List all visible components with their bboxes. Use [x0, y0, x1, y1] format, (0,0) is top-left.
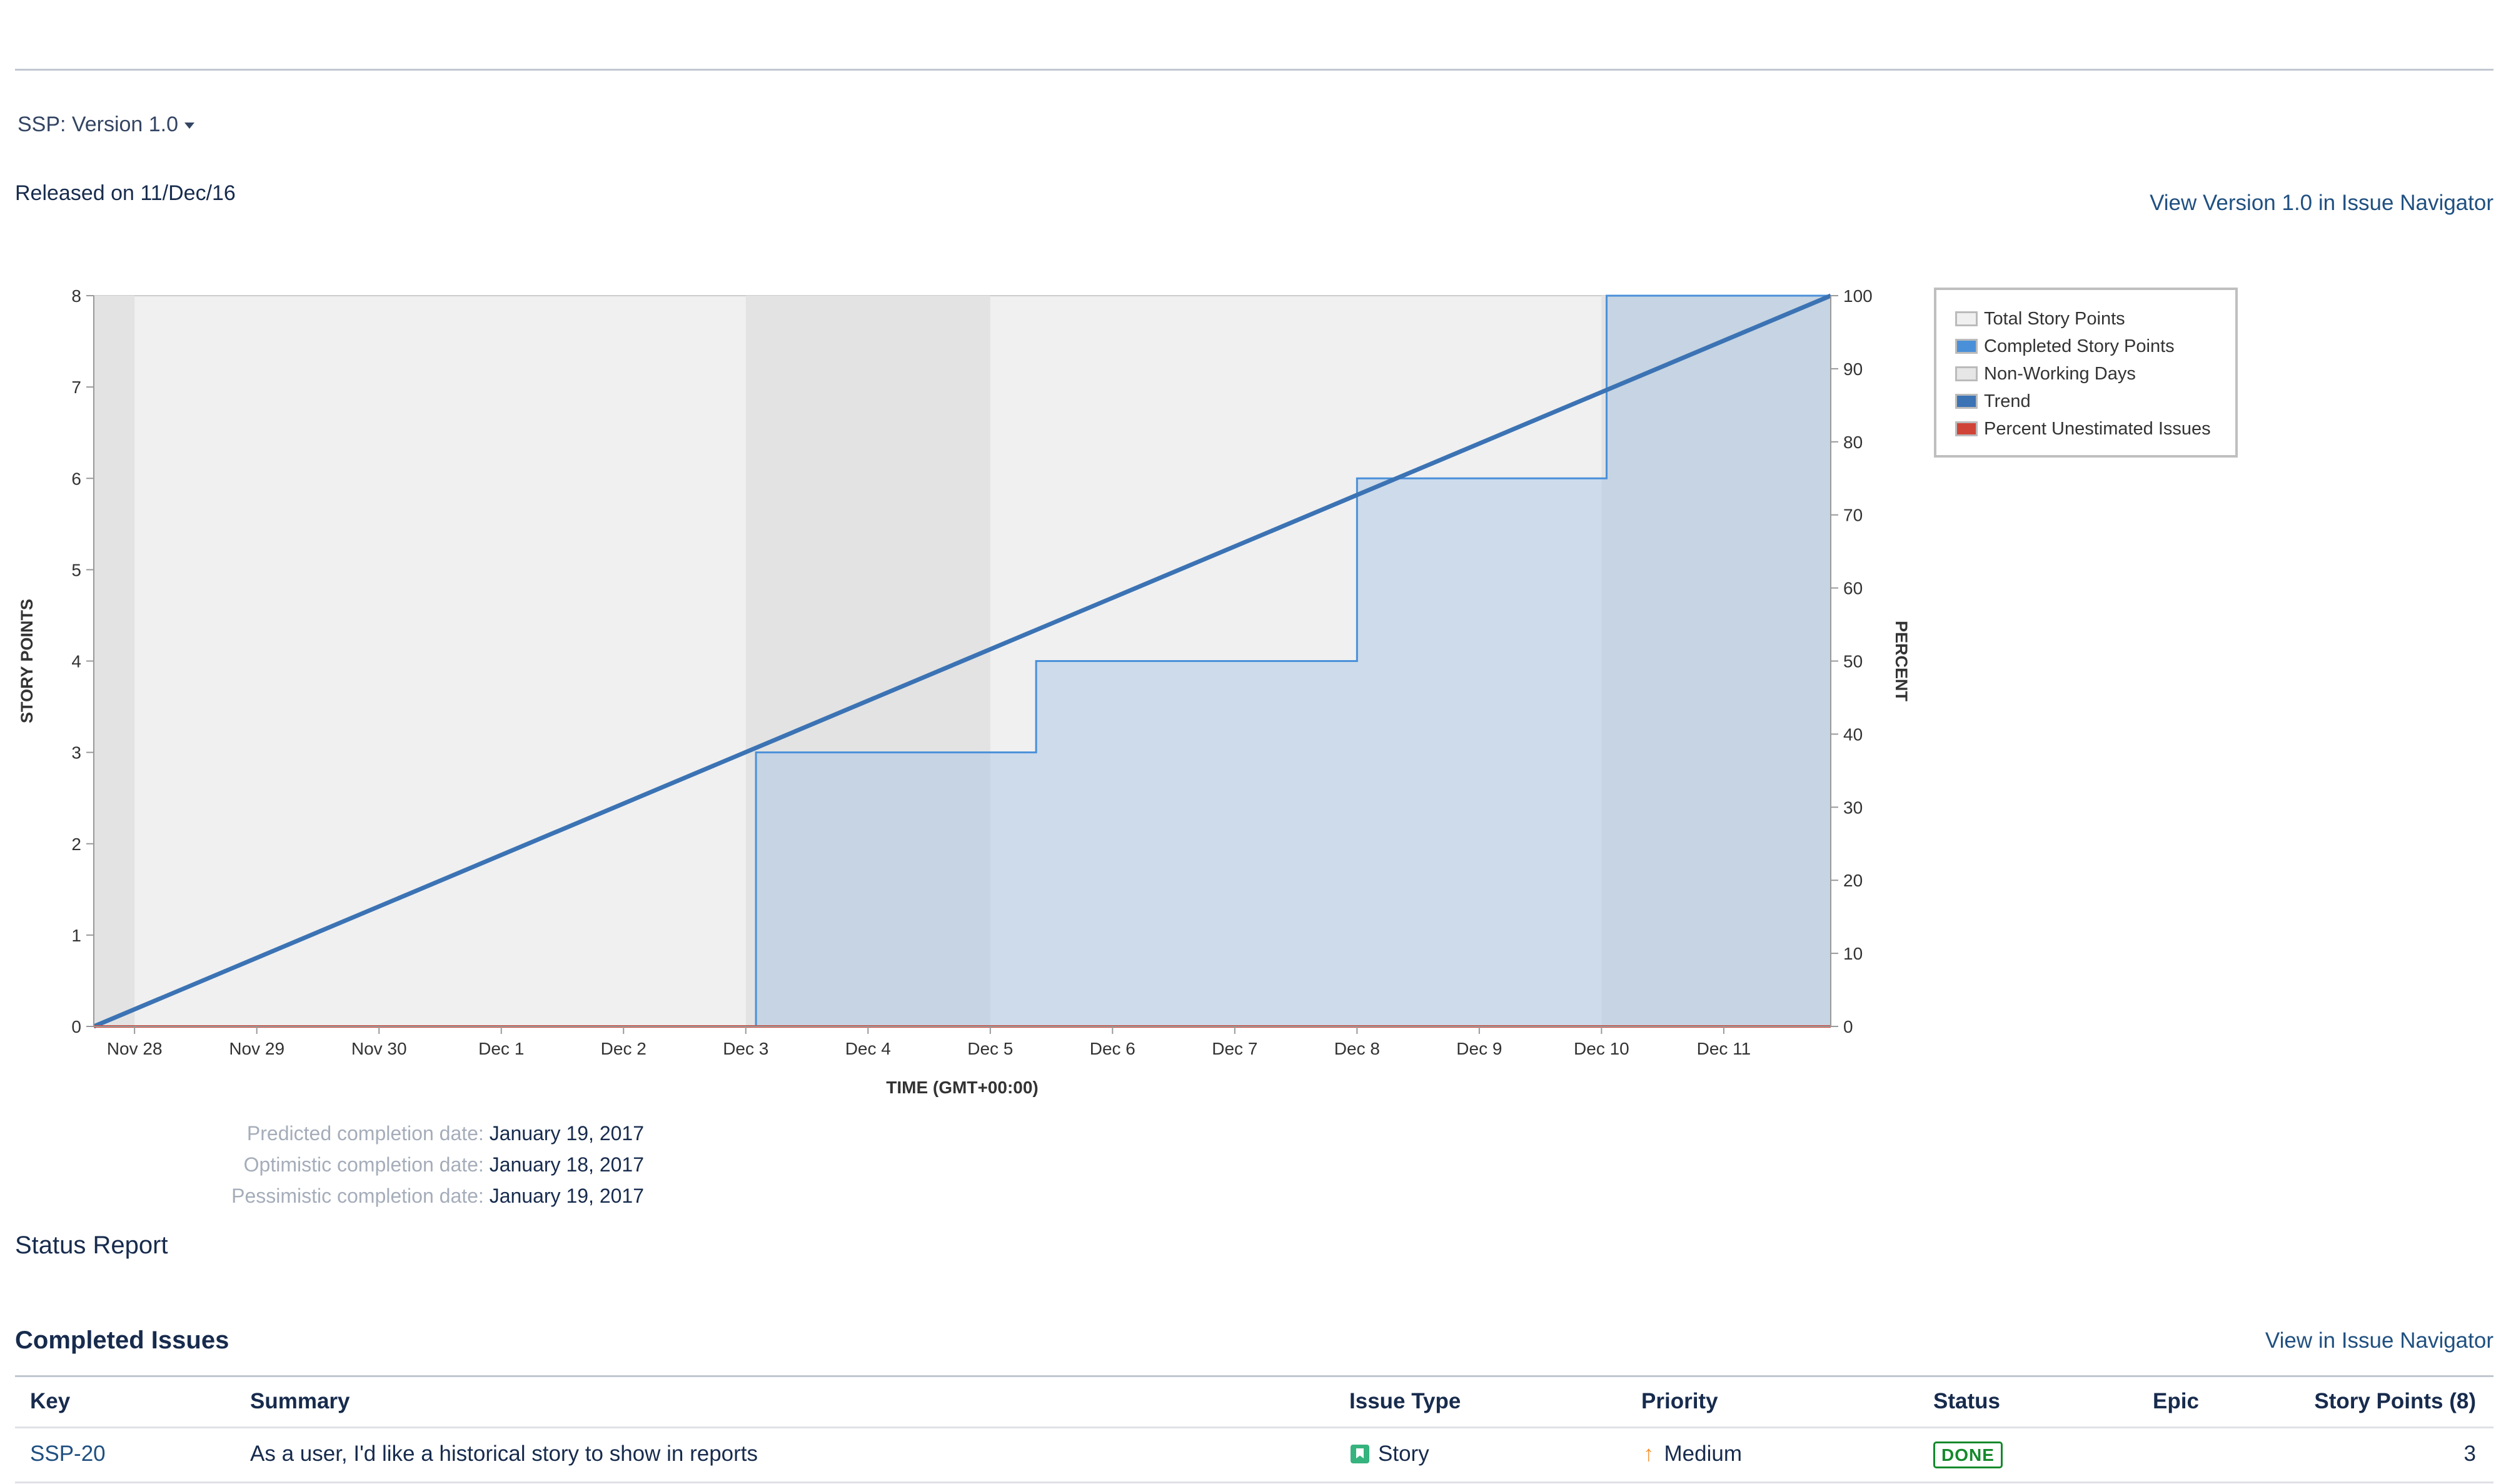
prediction-label: Pessimistic completion date: [231, 1185, 484, 1207]
column-header-issue-type[interactable]: Issue Type [1349, 1389, 1461, 1414]
y-tick-label: 5 [71, 560, 81, 579]
completed-issues-heading: Completed Issues [15, 1326, 229, 1354]
y-axis-right: 0 10 20 30 40 50 60 70 80 90 100 [1830, 286, 1873, 1036]
x-tick-label: Dec 3 [723, 1039, 768, 1058]
issue-key[interactable]: SSP-20 [30, 1441, 106, 1466]
prediction-value: January 19, 2017 [489, 1185, 644, 1207]
legend-item: Completed Story Points [1955, 334, 2175, 359]
column-header-status[interactable]: Status [1933, 1389, 2000, 1414]
prediction-label: Predicted completion date: [246, 1122, 484, 1145]
y2-axis-title: PERCENT [1892, 621, 1911, 702]
x-tick-label: Dec 8 [1334, 1039, 1380, 1058]
x-tick-label: Dec 9 [1456, 1039, 1502, 1058]
issue-status: DONE [1933, 1441, 2003, 1468]
legend-swatch-unestimated [1955, 421, 1978, 436]
legend-label: Total Story Points [1984, 308, 2125, 329]
column-header-epic[interactable]: Epic [2153, 1389, 2199, 1414]
y-tick-label: 3 [71, 743, 81, 763]
prediction-value: January 18, 2017 [489, 1153, 644, 1176]
x-tick-label: Dec 7 [1212, 1039, 1257, 1058]
y-tick-label: 2 [71, 835, 81, 854]
y2-tick-label: 20 [1843, 871, 1863, 890]
y-axis-title: STORY POINTS [18, 599, 36, 723]
y-tick-label: 0 [71, 1017, 81, 1036]
legend-item: Non-Working Days [1955, 361, 2136, 386]
issue-story-points: 3 [2463, 1441, 2476, 1466]
view-version-in-issue-navigator-link[interactable]: View Version 1.0 in Issue Navigator [2150, 191, 2493, 216]
x-tick-label: Dec 11 [1697, 1039, 1751, 1058]
y-axis-left: 0 1 2 3 4 5 6 7 8 [71, 286, 94, 1036]
column-header-summary[interactable]: Summary [250, 1389, 350, 1414]
prediction-label: Optimistic completion date: [243, 1153, 484, 1176]
top-divider [15, 69, 2493, 71]
prediction-value: January 19, 2017 [489, 1122, 644, 1145]
legend-label: Non-Working Days [1984, 363, 2136, 384]
y-tick-label: 1 [71, 926, 81, 945]
priority-medium-icon: ↑ [1643, 1441, 1654, 1466]
issue-summary: As a user, I'd like a historical story t… [250, 1441, 758, 1466]
legend-swatch-non-working [1955, 366, 1978, 381]
y2-tick-label: 50 [1843, 652, 1863, 671]
chart-legend: Total Story Points Completed Story Point… [1934, 288, 2238, 458]
chevron-down-icon [184, 123, 195, 129]
x-tick-label: Nov 28 [107, 1039, 163, 1058]
story-icon [1351, 1445, 1369, 1463]
y-tick-label: 6 [71, 469, 81, 488]
status-report-heading: Status Report [15, 1231, 168, 1259]
table-divider [15, 1375, 2493, 1377]
legend-swatch-completed [1955, 339, 1978, 354]
legend-item: Percent Unestimated Issues [1955, 416, 2211, 441]
issue-priority: ↑ Medium [1643, 1441, 1742, 1466]
view-in-issue-navigator-link[interactable]: View in Issue Navigator [2265, 1328, 2493, 1353]
priority-label: Medium [1664, 1441, 1742, 1466]
issue-key-link[interactable]: SSP-20 [30, 1441, 106, 1466]
x-tick-label: Dec 5 [967, 1039, 1013, 1058]
x-tick-label: Dec 2 [601, 1039, 647, 1058]
x-tick-label: Dec 10 [1574, 1039, 1629, 1058]
issue-type-label: Story [1378, 1441, 1429, 1466]
column-header-story-points[interactable]: Story Points (8) [2314, 1389, 2476, 1414]
x-tick-label: Nov 30 [351, 1039, 407, 1058]
y-tick-label: 4 [71, 652, 81, 671]
pessimistic-completion: Pessimistic completion date: January 19,… [231, 1185, 644, 1208]
completion-predictions: Predicted completion date: January 19, 2… [0, 1122, 644, 1222]
legend-swatch-trend [1955, 394, 1978, 409]
legend-label: Percent Unestimated Issues [1984, 418, 2211, 439]
column-header-priority[interactable]: Priority [1641, 1389, 1718, 1414]
non-working-day-band [94, 296, 135, 1026]
x-tick-label: Nov 29 [229, 1039, 284, 1058]
y2-tick-label: 10 [1843, 944, 1863, 963]
y2-tick-label: 70 [1843, 506, 1863, 525]
optimistic-completion: Optimistic completion date: January 18, … [244, 1153, 644, 1176]
legend-swatch-total [1955, 311, 1978, 326]
x-tick-label: Dec 6 [1090, 1039, 1135, 1058]
table-divider [15, 1426, 2493, 1428]
x-axis: Nov 28 Nov 29 Nov 30 Dec 1 Dec 2 Dec 3 Dec 4 De… [94, 1026, 1831, 1058]
column-header-key[interactable]: Key [30, 1389, 70, 1414]
y2-tick-label: 40 [1843, 724, 1863, 744]
y2-tick-label: 0 [1843, 1017, 1853, 1036]
version-report-chart: 012345678 0102030405060708090100 Nov 28 N… [18, 286, 1911, 1097]
legend-item: Trend [1955, 389, 2031, 414]
y2-tick-label: 60 [1843, 579, 1863, 598]
y2-tick-label: 30 [1843, 798, 1863, 817]
y2-tick-label: 80 [1843, 433, 1863, 452]
version-dropdown[interactable]: SSP: Version 1.0 [18, 113, 195, 137]
release-date: Released on 11/Dec/16 [15, 181, 236, 205]
y2-tick-label: 100 [1843, 286, 1873, 306]
legend-item: Total Story Points [1955, 306, 2125, 331]
y-tick-label: 7 [71, 378, 81, 397]
issue-type: Story [1351, 1441, 1429, 1466]
y-tick-label: 8 [71, 286, 81, 306]
status-badge: DONE [1933, 1441, 2003, 1468]
legend-label: Completed Story Points [1984, 336, 2175, 356]
predicted-completion: Predicted completion date: January 19, 2… [247, 1122, 644, 1145]
y2-tick-label: 90 [1843, 359, 1863, 379]
legend-label: Trend [1984, 391, 2031, 411]
x-tick-label: Dec 1 [478, 1039, 524, 1058]
version-dropdown-label: SSP: Version 1.0 [18, 113, 179, 136]
table-divider [15, 1481, 2493, 1483]
x-axis-title: TIME (GMT+00:00) [886, 1078, 1038, 1097]
x-tick-label: Dec 4 [845, 1039, 891, 1058]
